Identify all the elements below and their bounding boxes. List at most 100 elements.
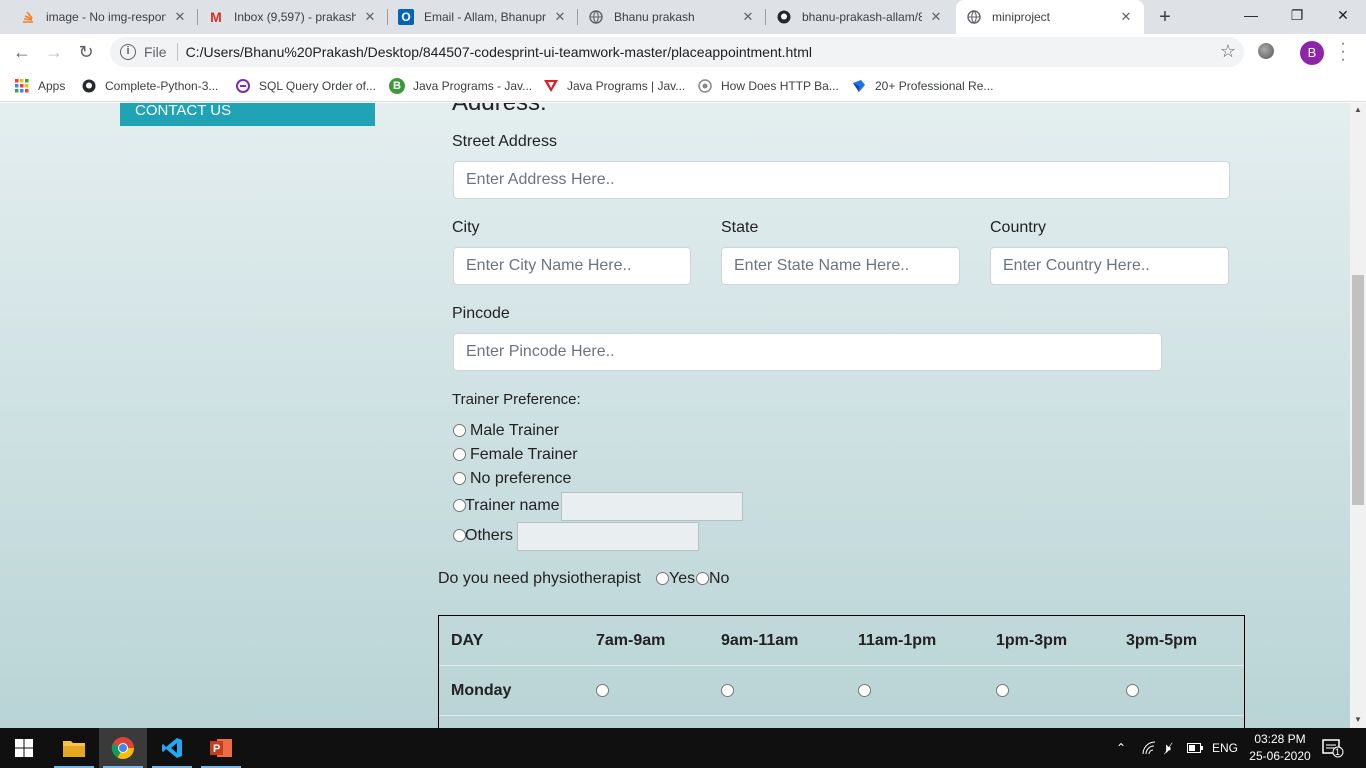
notification-center-icon[interactable]: 1 <box>1322 728 1344 768</box>
tab-title: image - No img-respon <box>46 10 166 24</box>
notification-badge: 1 <box>1335 747 1341 757</box>
others-input[interactable] <box>517 522 699 551</box>
powerpoint-icon[interactable]: P <box>197 728 245 768</box>
bookmark-python[interactable]: Complete-Python-3... <box>81 76 218 96</box>
language-indicator[interactable]: ENG <box>1212 728 1238 768</box>
browser-tab-strip: image - No img-respon ✕ M Inbox (9,597) … <box>0 0 1366 34</box>
close-window-button[interactable]: ✕ <box>1320 0 1366 34</box>
header-slot-1: 7am-9am <box>596 632 666 649</box>
bookmark-java-v[interactable]: Java Programs | Jav... <box>543 76 685 96</box>
scrollbar-thumb[interactable] <box>1352 275 1364 505</box>
physio-no-radio[interactable] <box>696 572 709 585</box>
trainer-name-label: Trainer name <box>465 497 560 514</box>
show-hidden-icons[interactable]: ⌃ <box>1116 728 1126 768</box>
no-preference-radio[interactable] <box>453 472 466 485</box>
address-bar[interactable]: i File C:/Users/Bhanu%20Prakash/Desktop/… <box>110 37 1244 67</box>
page-viewport: CONTACT US Address: Street Address City … <box>0 103 1350 728</box>
trainer-name-input[interactable] <box>561 492 743 521</box>
stack-icon <box>20 9 36 25</box>
http-icon <box>697 78 713 94</box>
windows-start-icon[interactable] <box>0 728 48 768</box>
bookmarks-bar: Apps Complete-Python-3... SQL Query Orde… <box>0 70 1366 102</box>
contact-us-button[interactable]: CONTACT US <box>120 103 375 126</box>
github-icon <box>776 9 792 25</box>
tab-inbox[interactable]: M Inbox (9,597) - prakash ✕ <box>198 0 388 34</box>
state-label: State <box>721 219 759 236</box>
header-slot-3: 11am-1pm <box>858 632 937 649</box>
street-address-label: Street Address <box>452 133 557 150</box>
close-icon[interactable]: ✕ <box>1118 9 1134 25</box>
wifi-icon[interactable] <box>1141 728 1157 768</box>
header-slot-2: 9am-11am <box>721 632 799 649</box>
close-icon[interactable]: ✕ <box>172 9 188 25</box>
female-trainer-radio[interactable] <box>453 448 466 461</box>
city-label: City <box>452 219 480 236</box>
bookmark-label: Java Programs | Jav... <box>567 79 686 93</box>
physiotherapist-question: Do you need physiotherapist <box>438 570 641 587</box>
day-cell: Monday <box>451 682 512 699</box>
monday-slot-1-radio[interactable] <box>596 684 609 697</box>
bookmark-star-icon[interactable]: ☆ <box>1220 41 1236 62</box>
forward-arrow-icon[interactable]: → <box>41 39 67 65</box>
tab-title: Bhanu prakash <box>614 10 695 24</box>
restore-button[interactable]: ❐ <box>1274 0 1320 34</box>
volume-muted-icon[interactable]: 🕨̸ <box>1162 728 1171 768</box>
chrome-icon[interactable] <box>99 728 147 768</box>
close-icon[interactable]: ✕ <box>928 9 944 25</box>
monday-slot-5-radio[interactable] <box>1126 684 1139 697</box>
bookmark-sql[interactable]: SQL Query Order of... <box>235 76 376 96</box>
tab-github[interactable]: bhanu-prakash-allam/8 ✕ <box>766 0 954 34</box>
state-input[interactable] <box>721 247 960 285</box>
extension-icon[interactable] <box>1258 43 1274 59</box>
monday-slot-4-radio[interactable] <box>996 684 1009 697</box>
male-trainer-radio[interactable] <box>453 424 466 437</box>
scroll-down-icon[interactable]: ▼ <box>1354 715 1362 724</box>
bookmark-java-b[interactable]: B Java Programs - Jav... <box>389 76 532 96</box>
street-address-input[interactable] <box>453 161 1230 199</box>
resume-icon <box>851 78 867 94</box>
tab-bhanu-prakash[interactable]: Bhanu prakash ✕ <box>578 0 766 34</box>
browser-toolbar: ← → ↻ i File C:/Users/Bhanu%20Prakash/De… <box>0 34 1366 70</box>
outlook-icon: O <box>398 9 414 25</box>
profile-avatar[interactable]: B <box>1300 41 1324 65</box>
bookmark-label: SQL Query Order of... <box>259 79 376 93</box>
close-icon[interactable]: ✕ <box>552 9 568 25</box>
menu-dots-icon[interactable]: · · · <box>1338 36 1348 68</box>
url-text[interactable]: C:/Users/Bhanu%20Prakash/Desktop/844507-… <box>186 44 812 60</box>
bookmark-label: How Does HTTP Ba... <box>721 79 839 93</box>
system-clock[interactable]: 03:28 PM 25-06-2020 <box>1246 731 1314 765</box>
pincode-input[interactable] <box>453 333 1162 371</box>
back-arrow-icon[interactable]: ← <box>9 39 35 65</box>
vscode-icon[interactable] <box>148 728 196 768</box>
tab-title: bhanu-prakash-allam/8 <box>802 10 922 24</box>
no-preference-label: No preference <box>470 470 572 487</box>
table-header-row: DAY 7am-9am 9am-11am 11am-1pm 1pm-3pm 3p… <box>439 616 1244 666</box>
country-input[interactable] <box>990 247 1229 285</box>
male-trainer-label: Male Trainer <box>470 422 559 439</box>
close-icon[interactable]: ✕ <box>362 9 378 25</box>
info-icon[interactable]: i <box>120 44 136 60</box>
new-tab-button[interactable]: + <box>1152 4 1178 30</box>
city-input[interactable] <box>453 247 691 285</box>
minimize-button[interactable]: — <box>1228 0 1274 34</box>
table-row: Monday <box>439 666 1244 716</box>
bookmark-apps[interactable]: Apps <box>14 76 65 96</box>
close-icon[interactable]: ✕ <box>740 9 756 25</box>
header-slot-4: 1pm-3pm <box>996 632 1068 649</box>
battery-icon[interactable] <box>1187 728 1203 768</box>
physio-yes-radio[interactable] <box>656 572 669 585</box>
bookmark-label: 20+ Professional Re... <box>875 79 994 93</box>
tab-image[interactable]: image - No img-respon ✕ <box>10 0 198 34</box>
monday-slot-3-radio[interactable] <box>858 684 871 697</box>
tab-miniproject[interactable]: miniproject ✕ <box>956 0 1144 34</box>
file-explorer-icon[interactable] <box>50 728 98 768</box>
scroll-up-icon[interactable]: ▲ <box>1354 105 1362 114</box>
monday-slot-2-radio[interactable] <box>721 684 734 697</box>
bookmark-http[interactable]: How Does HTTP Ba... <box>697 76 839 96</box>
physio-yes-label: Yes <box>669 570 696 587</box>
tab-email[interactable]: O Email - Allam, Bhanupra ✕ <box>388 0 578 34</box>
page-scrollbar[interactable]: ▲ ▼ <box>1350 103 1366 728</box>
reload-icon[interactable]: ↻ <box>73 39 99 65</box>
schedule-table: DAY 7am-9am 9am-11am 11am-1pm 1pm-3pm 3p… <box>438 615 1245 728</box>
bookmark-resume[interactable]: 20+ Professional Re... <box>851 76 993 96</box>
